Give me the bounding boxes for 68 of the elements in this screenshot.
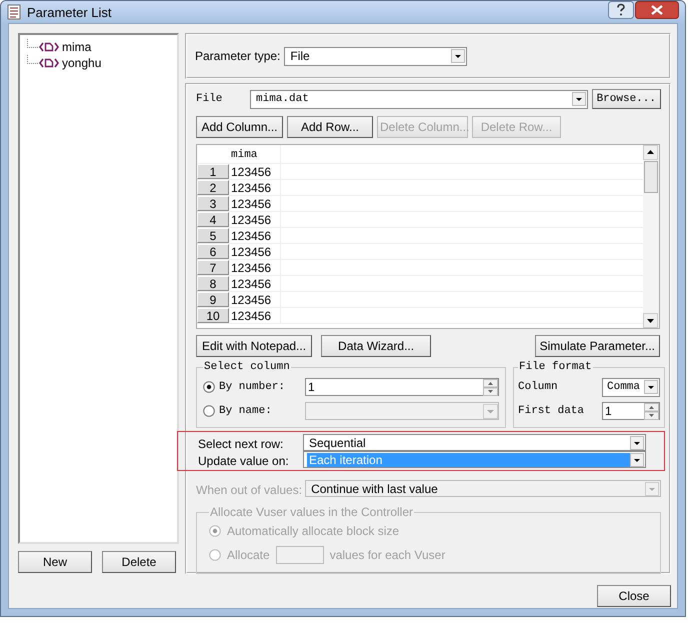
tree-branch-line <box>27 38 38 48</box>
update-value-on-label: Update value on: <box>198 454 290 468</box>
group-title: Select column <box>203 361 291 373</box>
table-cell: 123456 <box>229 244 281 259</box>
row-number: 1 <box>197 164 229 179</box>
table-action-button[interactable]: Add Row... <box>287 116 373 138</box>
data-wizard-button[interactable]: Data Wizard... <box>321 335 432 357</box>
radio-label: Allocate <box>227 548 270 562</box>
row-number: 8 <box>197 276 229 291</box>
radio-button[interactable] <box>203 381 215 393</box>
tree-item[interactable]: yonghu <box>62 56 102 70</box>
parameter-type-label: Parameter type: <box>195 49 280 63</box>
table-cell: 123456 <box>229 292 281 307</box>
simulate-parameter-button[interactable]: Simulate Parameter... <box>534 335 660 357</box>
first-data-label: First data <box>518 405 586 417</box>
table-cell: 123456 <box>229 260 281 275</box>
parameter-type-dropdown[interactable]: File <box>284 46 468 66</box>
group-title: File format <box>518 361 593 373</box>
browse-button[interactable]: Browse... <box>592 89 661 109</box>
table-cell: 123456 <box>229 308 281 323</box>
window-title: Parameter List <box>27 4 112 20</box>
radio-label: By name: <box>219 405 273 417</box>
spinner-arrows-icon[interactable] <box>644 402 659 420</box>
path-dropdown[interactable]: mima.dat <box>250 90 588 108</box>
scrollbar[interactable] <box>643 145 659 328</box>
table-action-button[interactable]: Add Column... <box>196 116 283 138</box>
column-label: Column <box>518 381 559 393</box>
new-button[interactable]: New <box>18 551 92 573</box>
close-icon[interactable] <box>635 1 679 19</box>
spinner-arrows-icon[interactable] <box>483 378 498 396</box>
scroll-thumb[interactable] <box>644 161 658 193</box>
row-number: 7 <box>197 260 229 275</box>
table-cell: 123456 <box>229 164 281 179</box>
delimiter-dropdown[interactable]: Comma <box>602 378 660 396</box>
row-number: 9 <box>197 292 229 307</box>
row-number: 2 <box>197 180 229 195</box>
when-out-of-values-label: When out of values: <box>196 483 304 497</box>
select-next-row-label: Select next row: <box>198 437 284 451</box>
row-number: 10 <box>197 308 229 323</box>
row-number: 6 <box>197 244 229 259</box>
close-button[interactable]: Close <box>597 585 671 607</box>
parameter-icon <box>39 58 59 68</box>
table-cell: 123456 <box>229 180 281 195</box>
column-number-field[interactable]: 1 <box>305 378 499 396</box>
tree-item[interactable]: mima <box>62 40 92 54</box>
radio-label: Automatically allocate block size <box>227 524 400 538</box>
delete-button[interactable]: Delete <box>102 551 176 573</box>
edit-with-notepad-button[interactable]: Edit with Notepad... <box>196 335 312 357</box>
row-number: 5 <box>197 228 229 243</box>
table-cell: 123456 <box>229 228 281 243</box>
column-header: mima <box>229 145 281 163</box>
radio-label: By number: <box>219 381 286 393</box>
table-cell: 123456 <box>229 196 281 211</box>
help-icon[interactable] <box>608 1 634 19</box>
parameter-icon <box>39 42 59 52</box>
first-data-field[interactable]: 1 <box>602 402 660 420</box>
row-number: 3 <box>197 196 229 211</box>
group-title: Allocate Vuser values in the Controller <box>209 505 414 519</box>
scroll-down-icon[interactable] <box>643 313 658 328</box>
tree-branch-line <box>27 54 38 64</box>
scroll-up-icon[interactable] <box>643 145 658 160</box>
table-cell: 123456 <box>229 212 281 227</box>
table-cell: 123456 <box>229 276 281 291</box>
select-next-row-dropdown[interactable]: Sequential <box>303 434 646 451</box>
file-label: File <box>196 93 224 105</box>
document-list-icon <box>7 4 21 20</box>
values-label: values for each Vuser <box>330 548 446 562</box>
row-number: 4 <box>197 212 229 227</box>
